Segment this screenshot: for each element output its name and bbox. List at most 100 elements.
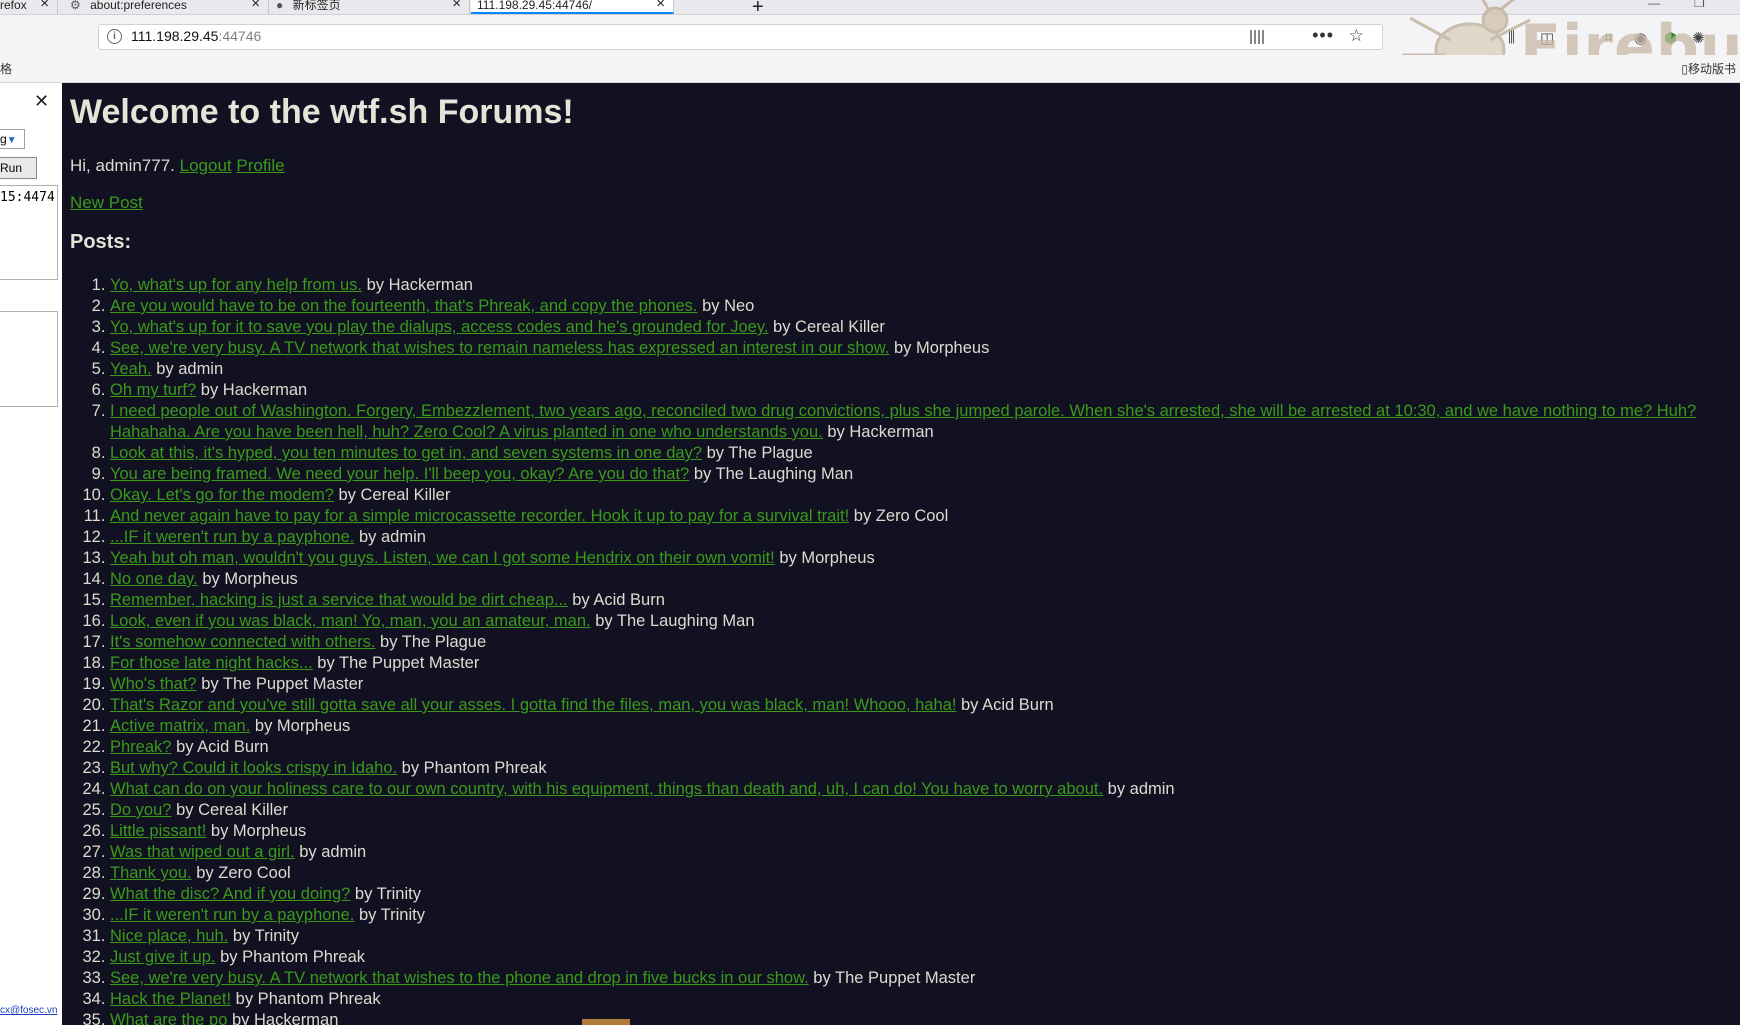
url-text[interactable]: 111.198.29.45:44746 xyxy=(131,28,261,44)
post-item: And never again have to pay for a simple… xyxy=(110,506,1740,527)
post-title-link[interactable]: Phreak? xyxy=(110,738,171,756)
post-author: by Morpheus xyxy=(210,822,307,840)
post-title-link[interactable]: Hack the Planet! xyxy=(110,990,231,1008)
close-icon[interactable]: × xyxy=(452,0,461,11)
page-title: Welcome to the wtf.sh Forums! xyxy=(70,93,574,131)
post-title-link[interactable]: Do you? xyxy=(110,801,171,819)
post-author: by Zero Cool xyxy=(853,507,949,525)
post-author: by The Puppet Master xyxy=(201,675,364,693)
post-author: by The Puppet Master xyxy=(317,654,480,672)
post-title-link[interactable]: See, we're very busy. A TV network that … xyxy=(110,969,809,987)
post-item: You are being framed. We need your help.… xyxy=(110,464,1740,485)
post-title-link[interactable]: Active matrix, man. xyxy=(110,717,250,735)
post-item: Nice place, huh. by Trinity xyxy=(110,926,1740,947)
post-title-link[interactable]: Was that wiped out a girl. xyxy=(110,843,295,861)
run-button[interactable]: Run xyxy=(0,157,37,179)
post-title-link[interactable]: Are you would have to be on the fourteen… xyxy=(110,297,697,315)
page-actions-icon[interactable]: ••• xyxy=(1312,25,1334,46)
new-tab-plus-icon[interactable]: + xyxy=(752,0,764,14)
post-title-link[interactable]: Look at this, it's hyped, you ten minute… xyxy=(110,444,702,462)
close-icon[interactable]: × xyxy=(40,0,49,11)
posts-heading: Posts: xyxy=(70,231,132,253)
post-title-link[interactable]: Look, even if you was black, man! Yo, ma… xyxy=(110,612,591,630)
tab-label: refox xyxy=(0,0,27,12)
bookmark-item[interactable]: 格 xyxy=(0,60,12,77)
tab-firefox[interactable]: refox × xyxy=(0,0,58,14)
post-title-link[interactable]: Nice place, huh. xyxy=(110,927,228,945)
post-title-link[interactable]: Okay. Let's go for the modem? xyxy=(110,486,334,504)
post-item: What the disc? And if you doing? by Trin… xyxy=(110,884,1740,905)
minimize-icon[interactable]: — xyxy=(1648,0,1660,10)
post-title-link[interactable]: Who's that? xyxy=(110,675,197,693)
post-item: Look, even if you was black, man! Yo, ma… xyxy=(110,611,1740,632)
post-author: by Morpheus xyxy=(202,570,298,588)
post-title-link[interactable]: ...IF it weren't run by a payphone. xyxy=(110,528,354,546)
logout-link[interactable]: Logout xyxy=(180,156,232,175)
post-item: Do you? by Cereal Killer xyxy=(110,800,1740,821)
post-author: by The Laughing Man xyxy=(595,612,755,630)
response-textarea[interactable] xyxy=(0,311,58,407)
mobile-bookmarks[interactable]: ▯移动版书 xyxy=(1681,60,1736,77)
close-icon[interactable]: × xyxy=(656,0,665,11)
tab-forum[interactable]: 111.198.29.45:44746/ × xyxy=(471,0,674,14)
chevron-down-icon: ▼ xyxy=(6,135,17,146)
post-title-link[interactable]: Little pissant! xyxy=(110,822,206,840)
post-title-link[interactable]: For those late night hacks... xyxy=(110,654,313,672)
post-author: by Morpheus xyxy=(893,339,990,357)
post-author: by Hackerman xyxy=(827,423,934,441)
post-title-link[interactable]: What are the po xyxy=(110,1011,227,1025)
post-title-link[interactable]: Yeah. xyxy=(110,360,152,378)
post-title-link[interactable]: But why? Could it looks crispy in Idaho. xyxy=(110,759,397,777)
qr-code-icon[interactable] xyxy=(1250,30,1264,44)
bookmark-star-icon[interactable]: ☆ xyxy=(1349,26,1364,46)
post-item: Yo, what's up for any help from us. by H… xyxy=(110,275,1740,296)
post-author: by Hackerman xyxy=(200,381,308,399)
post-title-link[interactable]: No one day. xyxy=(110,570,198,588)
new-post-link[interactable]: New Post xyxy=(70,193,143,212)
close-icon[interactable]: × xyxy=(251,0,260,11)
post-author: by admin xyxy=(1107,780,1175,798)
scrollbar-thumb[interactable] xyxy=(582,1019,630,1025)
post-title-link[interactable]: Oh my turf? xyxy=(110,381,196,399)
post-item: Just give it up. by Phantom Phreak xyxy=(110,947,1740,968)
post-author: by Morpheus xyxy=(254,717,351,735)
post-title-link[interactable]: Remember, hacking is just a service that… xyxy=(110,591,568,609)
site-info-icon[interactable]: i xyxy=(107,29,122,44)
footer-link[interactable]: cx@fosec.vn xyxy=(0,1005,57,1016)
post-title-link[interactable]: And never again have to pay for a simple… xyxy=(110,507,849,525)
post-item: Remember, hacking is just a service that… xyxy=(110,590,1740,611)
post-title-link[interactable]: What can do on your holiness care to our… xyxy=(110,780,1103,798)
tab-preferences[interactable]: ⚙ about:preferences × xyxy=(64,0,269,14)
tab-label: 111.198.29.45:44746/ xyxy=(477,0,592,12)
url-bar[interactable]: i 111.198.29.45:44746 ••• ☆ xyxy=(98,24,1383,50)
post-title-link[interactable]: You are being framed. We need your help.… xyxy=(110,465,689,483)
post-author: by Phantom Phreak xyxy=(220,948,365,966)
post-title-link[interactable]: Yo, what's up for it to save you play th… xyxy=(110,318,768,336)
post-title-link[interactable]: See, we're very busy. A TV network that … xyxy=(110,339,889,357)
post-author: by Acid Burn xyxy=(572,591,665,609)
post-title-link[interactable]: It's somehow connected with others. xyxy=(110,633,375,651)
method-select[interactable]: g▼ xyxy=(0,129,25,149)
post-title-link[interactable]: What the disc? And if you doing? xyxy=(110,885,350,903)
tab-new-tab[interactable]: ● 新标签页 × xyxy=(270,0,470,14)
post-author: by Trinity xyxy=(232,927,299,945)
page-content: Welcome to the wtf.sh Forums! Hi, admin7… xyxy=(62,83,1740,1025)
profile-link[interactable]: Profile xyxy=(236,156,284,175)
post-title-link[interactable]: ...IF it weren't run by a payphone. xyxy=(110,906,354,924)
post-title-link[interactable]: Thank you. xyxy=(110,864,192,882)
restore-icon[interactable]: ❐ xyxy=(1694,0,1705,10)
post-author: by Zero Cool xyxy=(196,864,291,882)
post-author: by admin xyxy=(299,843,367,861)
post-title-link[interactable]: Yeah but oh man, wouldn't you guys. List… xyxy=(110,549,775,567)
post-item: Look at this, it's hyped, you ten minute… xyxy=(110,443,1740,464)
post-author: by Acid Burn xyxy=(961,696,1054,714)
side-panel: ✕ g▼ Run 15:4474 cx@fosec.vn xyxy=(0,83,63,1025)
method-select-value: g xyxy=(0,132,7,146)
close-icon[interactable]: ✕ xyxy=(34,91,49,112)
post-item: ...IF it weren't run by a payphone. by a… xyxy=(110,527,1740,548)
post-title-link[interactable]: Yo, what's up for any help from us. xyxy=(110,276,362,294)
post-item: Active matrix, man. by Morpheus xyxy=(110,716,1740,737)
request-textarea[interactable]: 15:4474 xyxy=(0,185,58,280)
post-title-link[interactable]: Just give it up. xyxy=(110,948,215,966)
post-title-link[interactable]: That's Razor and you've still gotta save… xyxy=(110,696,956,714)
